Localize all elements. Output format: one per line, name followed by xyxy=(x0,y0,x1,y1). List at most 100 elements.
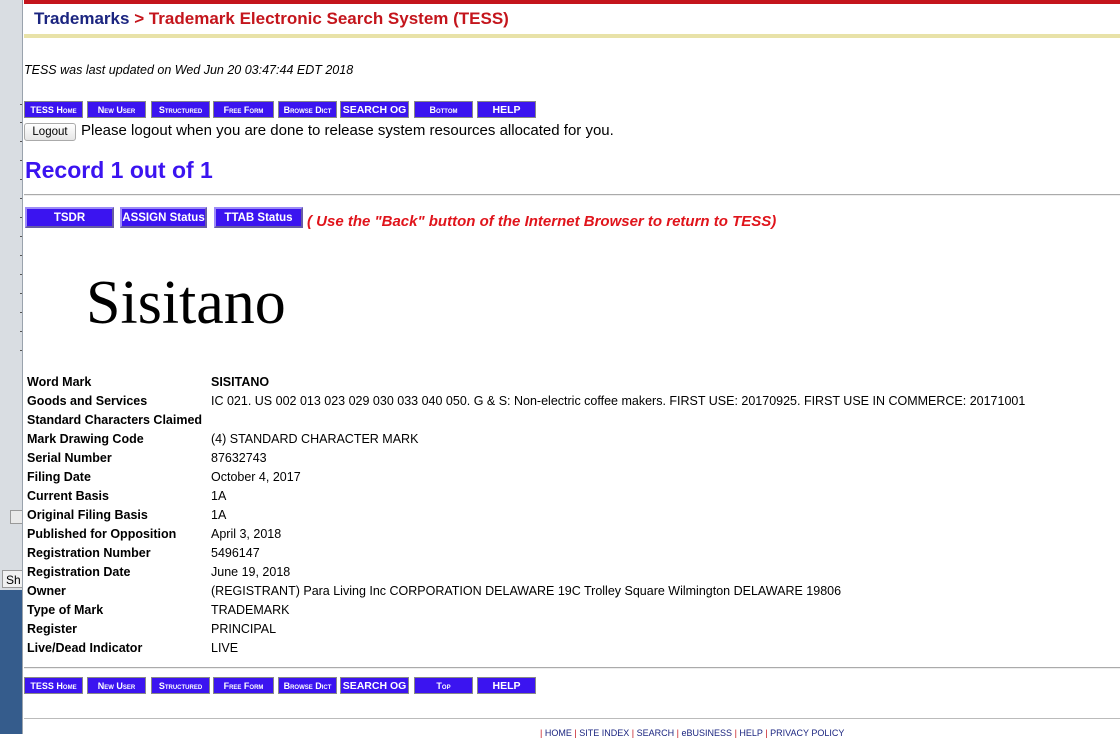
sheet-row-tick xyxy=(20,293,22,294)
divider xyxy=(24,667,1120,669)
nav-browse-dict-button[interactable]: Browse Dict xyxy=(278,677,337,694)
sheet-row-tick xyxy=(20,179,22,180)
field-label: Goods and Services xyxy=(27,394,148,408)
field-value: (REGISTRANT) Para Living Inc CORPORATION… xyxy=(211,584,842,598)
ttab-status-button[interactable]: TTAB Status xyxy=(214,207,303,228)
field-label: Filing Date xyxy=(27,470,91,484)
field-value: IC 021. US 002 013 023 029 030 033 040 0… xyxy=(211,394,1026,408)
field-label: Mark Drawing Code xyxy=(27,432,144,446)
mark-drawing-image: Sisitano xyxy=(86,269,286,337)
footer-search-link[interactable]: SEARCH xyxy=(637,728,675,738)
field-label: Current Basis xyxy=(27,489,109,503)
logout-button[interactable]: Logout xyxy=(24,123,76,141)
field-value: SISITANO xyxy=(211,375,270,389)
field-value: April 3, 2018 xyxy=(211,527,282,541)
divider xyxy=(24,194,1120,196)
footer-help-link[interactable]: HELP xyxy=(739,728,762,738)
nav-help-button[interactable]: HELP xyxy=(477,101,536,118)
back-button-note: ( Use the "Back" button of the Internet … xyxy=(307,213,777,230)
field-row-serial-number: Serial Number 87632743 xyxy=(24,449,1094,468)
nav-structured-button[interactable]: Structured xyxy=(151,677,210,694)
sheet-row-tick xyxy=(20,312,22,313)
sheet-row-tick xyxy=(20,274,22,275)
sheet-row-tick xyxy=(20,160,22,161)
sheet-row-tick xyxy=(20,198,22,199)
dock-area xyxy=(0,590,22,734)
footer-privacy-policy-link[interactable]: PRIVACY POLICY xyxy=(770,728,844,738)
nav-tess-home-button[interactable]: TESS Home xyxy=(24,101,83,118)
nav-search-og-button[interactable]: SEARCH OG xyxy=(340,101,409,118)
sheet-tab[interactable]: Sh xyxy=(2,570,22,588)
field-label: Published for Opposition xyxy=(27,527,177,541)
field-value: 87632743 xyxy=(211,451,267,465)
field-row-word-mark: Word Mark SISITANO xyxy=(24,373,1094,392)
field-value: June 19, 2018 xyxy=(211,565,291,579)
assign-status-button[interactable]: ASSIGN Status xyxy=(120,207,207,228)
sheet-row-tick xyxy=(20,217,22,218)
footer-ebusiness-link[interactable]: eBUSINESS xyxy=(682,728,733,738)
nav-tess-home-button[interactable]: TESS Home xyxy=(24,677,83,694)
field-value: 1A xyxy=(211,489,227,503)
field-row-live-dead-indicator: Live/Dead Indicator LIVE xyxy=(24,639,1094,658)
breadcrumb-current-page: Trademark Electronic Search System (TESS… xyxy=(148,9,509,28)
field-value: October 4, 2017 xyxy=(211,470,301,484)
nav-free-form-button[interactable]: Free Form xyxy=(213,677,274,694)
sheet-row-tick xyxy=(20,104,22,105)
tess-page: Trademarks > Trademark Electronic Search… xyxy=(24,0,1120,738)
sheet-row-tick xyxy=(20,350,22,351)
sheet-row-tick xyxy=(20,236,22,237)
footer-links: | HOME | SITE INDEX | SEARCH | eBUSINESS… xyxy=(540,728,845,738)
breadcrumb-separator: > xyxy=(134,9,145,28)
page-header: Trademarks > Trademark Electronic Search… xyxy=(24,4,1120,38)
field-row-published-for-opposition: Published for Opposition April 3, 2018 xyxy=(24,525,1094,544)
field-value: LIVE xyxy=(211,641,239,655)
sheet-row-tick xyxy=(20,122,22,123)
field-row-mark-drawing-code: Mark Drawing Code (4) STANDARD CHARACTER… xyxy=(24,430,1094,449)
nav-browse-dict-button[interactable]: Browse Dict xyxy=(278,101,337,118)
field-row-registration-date: Registration Date June 19, 2018 xyxy=(24,563,1094,582)
field-label: Registration Date xyxy=(27,565,131,579)
nav-search-og-button[interactable]: SEARCH OG xyxy=(340,677,409,694)
field-label: Live/Dead Indicator xyxy=(27,641,143,655)
field-label: Registration Number xyxy=(27,546,151,560)
field-row-register: Register PRINCIPAL xyxy=(24,620,1094,639)
field-label: Serial Number xyxy=(27,451,112,465)
last-updated-text: TESS was last updated on Wed Jun 20 03:4… xyxy=(24,63,354,77)
field-label: Word Mark xyxy=(27,375,92,389)
record-title: Record 1 out of 1 xyxy=(25,157,213,183)
field-row-type-of-mark: Type of Mark TRADEMARK xyxy=(24,601,1094,620)
nav-structured-button[interactable]: Structured xyxy=(151,101,210,118)
nav-top-button[interactable]: Top xyxy=(414,677,473,694)
field-label: Original Filing Basis xyxy=(27,508,148,522)
field-value: 1A xyxy=(211,508,227,522)
divider xyxy=(24,718,1120,719)
footer-site-index-link[interactable]: SITE INDEX xyxy=(579,728,629,738)
field-row-registration-number: Registration Number 5496147 xyxy=(24,544,1094,563)
sheet-row-tick xyxy=(20,331,22,332)
field-row-goods-services: Goods and Services IC 021. US 002 013 02… xyxy=(24,392,1094,411)
sheet-row-tick xyxy=(20,255,22,256)
background-app-window: Sh xyxy=(0,0,23,734)
field-row-owner: Owner (REGISTRANT) Para Living Inc CORPO… xyxy=(24,582,1094,601)
field-value: TRADEMARK xyxy=(211,603,290,617)
field-row-current-basis: Current Basis 1A xyxy=(24,487,1094,506)
field-value: 5496147 xyxy=(211,546,260,560)
field-value: PRINCIPAL xyxy=(211,622,277,636)
field-label: Standard Characters Claimed xyxy=(27,413,203,427)
field-label: Owner xyxy=(27,584,66,598)
nav-help-button[interactable]: HELP xyxy=(477,677,536,694)
breadcrumb: Trademarks > Trademark Electronic Search… xyxy=(34,9,509,29)
field-label: Register xyxy=(27,622,78,636)
nav-new-user-button[interactable]: New User xyxy=(87,101,146,118)
field-row-filing-date: Filing Date October 4, 2017 xyxy=(24,468,1094,487)
field-row-standard-characters: Standard Characters Claimed xyxy=(24,411,1094,430)
nav-bottom-button[interactable]: Bottom xyxy=(414,101,473,118)
field-row-original-filing-basis: Original Filing Basis 1A xyxy=(24,506,1094,525)
window-control[interactable] xyxy=(10,510,22,524)
tsdr-button[interactable]: TSDR xyxy=(25,207,114,228)
breadcrumb-trademarks-link[interactable]: Trademarks xyxy=(34,9,129,28)
nav-free-form-button[interactable]: Free Form xyxy=(213,101,274,118)
nav-new-user-button[interactable]: New User xyxy=(87,677,146,694)
field-value: (4) STANDARD CHARACTER MARK xyxy=(211,432,419,446)
footer-home-link[interactable]: HOME xyxy=(545,728,572,738)
